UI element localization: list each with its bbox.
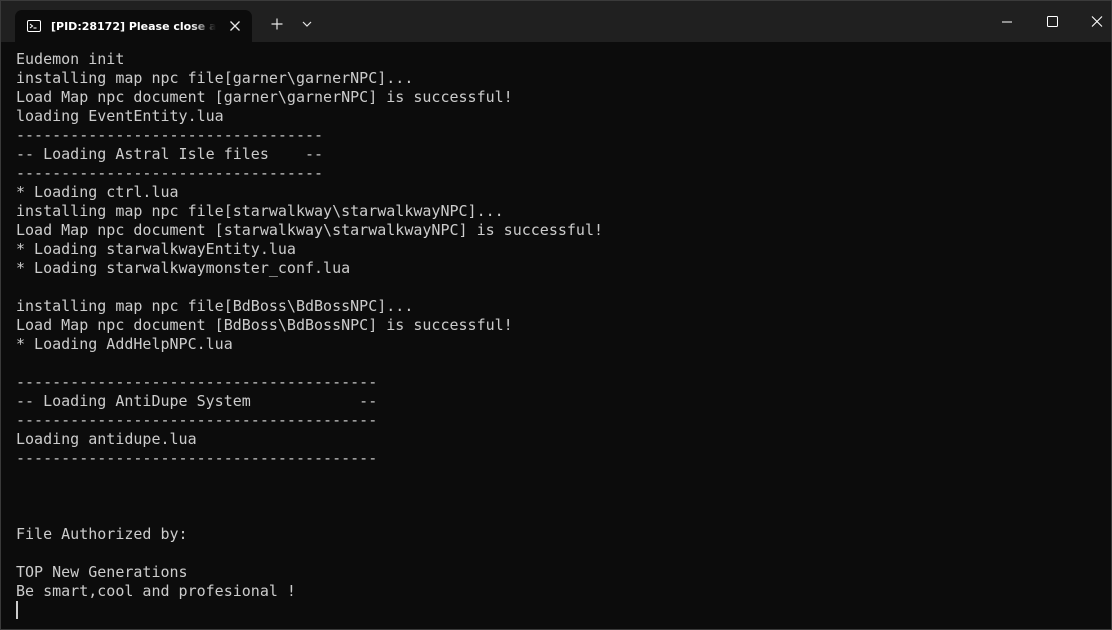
terminal-line: ---------------------------------------- — [16, 411, 378, 429]
terminal-line: * Loading ctrl.lua — [16, 183, 179, 201]
terminal-line: TOP New Generations — [16, 563, 188, 581]
terminal-line: ---------------------------------- — [16, 164, 324, 182]
close-window-icon[interactable] — [1074, 1, 1111, 42]
terminal-line: installing map npc file[garner\garnerNPC… — [16, 69, 414, 87]
terminal-line: Loading antidupe.lua — [16, 430, 197, 448]
terminal-line: installing map npc file[starwalkway\star… — [16, 202, 504, 220]
terminal-line: File Authorized by: — [16, 525, 188, 543]
terminal-line: Load Map npc document [starwalkway\starw… — [16, 221, 603, 239]
terminal-line: * Loading starwalkwayEntity.lua — [16, 240, 296, 258]
terminal-output[interactable]: Eudemon init installing map npc file[garn… — [16, 50, 1101, 622]
terminal-line: Eudemon init — [16, 50, 125, 68]
terminal-line: * Loading starwalkwaymonster_conf.lua — [16, 259, 351, 277]
terminal-line: installing map npc file[BdBoss\BdBossNPC… — [16, 297, 414, 315]
plus-icon[interactable] — [265, 12, 289, 36]
terminal-line: ---------------------------------------- — [16, 373, 378, 391]
terminal-line: loading EventEntity.lua — [16, 107, 224, 125]
maximize-icon[interactable] — [1029, 1, 1075, 42]
terminal-line: Load Map npc document [garner\garnerNPC]… — [16, 88, 513, 106]
terminal-line: ---------------------------------- — [16, 126, 324, 144]
minimize-icon[interactable] — [984, 1, 1030, 42]
chevron-down-icon[interactable] — [295, 12, 319, 36]
tab-title: [PID:28172] Please close all windows — [51, 20, 216, 33]
terminal-line: ---------------------------------------- — [16, 449, 378, 467]
terminal-icon — [27, 19, 41, 32]
close-icon[interactable] — [225, 16, 245, 36]
terminal-line: Load Map npc document [BdBoss\BdBossNPC]… — [16, 316, 513, 334]
title-bar[interactable]: [PID:28172] Please close all windows — [1, 1, 1111, 42]
terminal-window: [PID:28172] Please close all windows — [0, 0, 1112, 630]
terminal-line: -- Loading Astral Isle files -- — [16, 145, 324, 163]
text-cursor — [16, 601, 18, 619]
terminal-line: * Loading AddHelpNPC.lua — [16, 335, 233, 353]
prompt-line[interactable] — [16, 601, 1101, 620]
tab-active[interactable]: [PID:28172] Please close all windows — [15, 10, 252, 42]
terminal-line: -- Loading AntiDupe System -- — [16, 392, 378, 410]
terminal-line: Be smart,cool and profesional ! — [16, 582, 296, 600]
